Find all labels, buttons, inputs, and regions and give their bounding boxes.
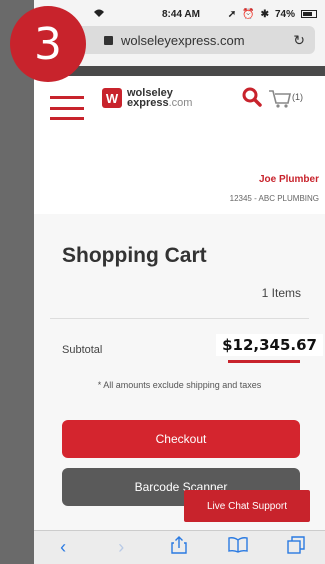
battery-icon (301, 10, 317, 18)
wifi-icon (94, 9, 104, 20)
lock-icon (104, 35, 113, 45)
logo-mark: W (102, 88, 122, 108)
menu-icon[interactable] (50, 96, 84, 120)
phone-screen: 8:44 AM ➚ ⏰ ✱ 74% wolseleyexpress.com ↻ … (34, 0, 325, 564)
status-time: 8:44 AM (162, 8, 200, 20)
cart-icon[interactable] (268, 89, 292, 114)
bluetooth-icon: ✱ (260, 8, 269, 20)
browser-toolbar: ‹ › (34, 530, 325, 564)
location-icon: ➚ (227, 8, 237, 20)
alarm-icon: ⏰ (242, 8, 255, 20)
user-name[interactable]: Joe Plumber (259, 174, 319, 185)
tabs-icon[interactable] (285, 536, 307, 559)
step-number-badge: 3 (10, 6, 86, 82)
checkout-button[interactable]: Checkout (62, 420, 300, 458)
live-chat-button[interactable]: Live Chat Support (184, 490, 310, 522)
site-logo[interactable]: W wolseley express.com (102, 87, 193, 109)
subtotal-value: $12,345.67 (216, 334, 323, 356)
tax-note: * All amounts exclude shipping and taxes (97, 380, 262, 390)
battery-percent: 74% (274, 8, 295, 20)
reload-icon[interactable]: ↻ (293, 32, 305, 49)
account-info: 12345 - ABC PLUMBING (229, 194, 319, 203)
url-text: wolseleyexpress.com (121, 32, 245, 48)
user-info-bar: Joe Plumber 12345 - ABC PLUMBING (34, 134, 325, 214)
share-icon[interactable] (168, 536, 190, 559)
logo-text: wolseley express.com (127, 87, 193, 109)
cart-count-badge[interactable]: (1) (292, 92, 303, 102)
search-icon[interactable] (242, 87, 262, 112)
back-icon[interactable]: ‹ (52, 537, 74, 558)
item-count: 1 Items (261, 286, 301, 300)
forward-icon[interactable]: › (110, 537, 132, 558)
divider (50, 318, 309, 319)
site-header: W wolseley express.com (1) (34, 76, 325, 134)
bookmarks-icon[interactable] (227, 537, 249, 558)
subtotal-label: Subtotal (62, 344, 103, 356)
subtotal-underline (228, 360, 300, 363)
page-title: Shopping Cart (62, 244, 207, 267)
cart-content: Shopping Cart 1 Items Subtotal $12,345.6… (34, 214, 325, 534)
